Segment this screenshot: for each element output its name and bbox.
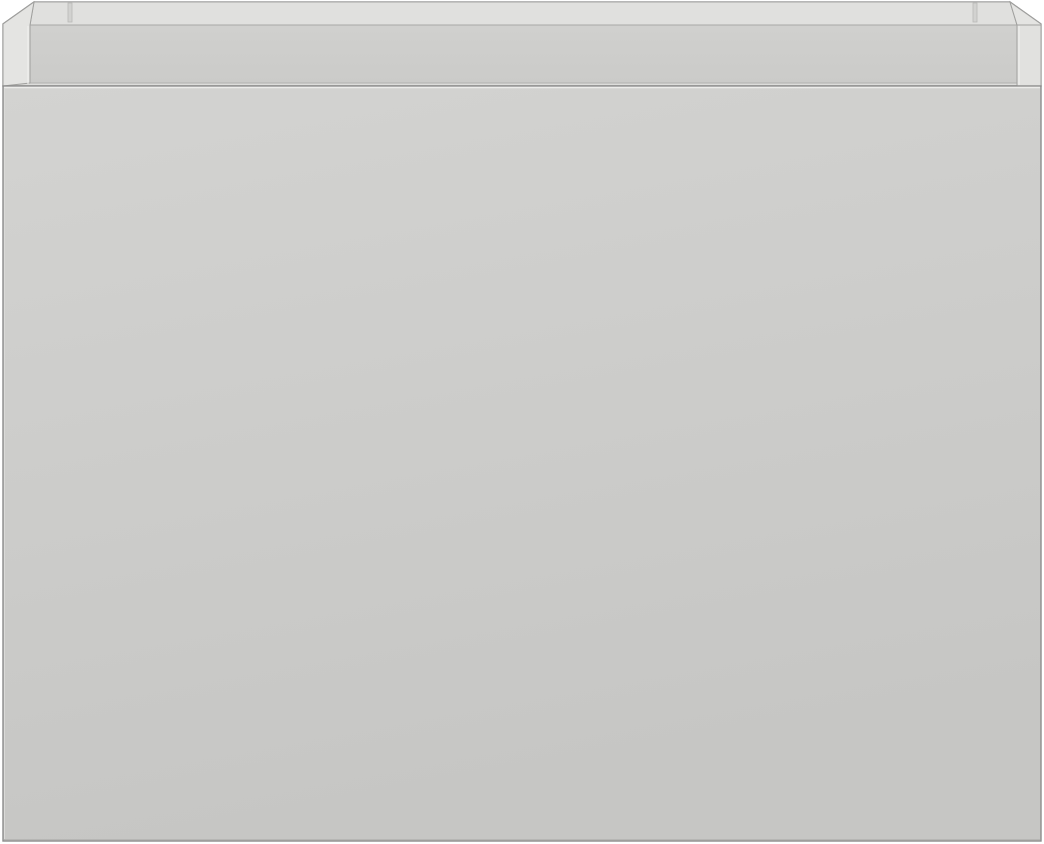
right-side-edge (1016, 24, 1042, 87)
inner-back-wall (29, 24, 1018, 84)
cabinet-illustration (2, 0, 1042, 842)
inner-left-step (67, 2, 73, 23)
drawer-front[interactable] (2, 85, 1042, 842)
cabinet-box (2, 0, 1042, 87)
inner-left-wall (2, 0, 35, 87)
product-scene (0, 0, 1044, 844)
inner-rim-far (29, 1, 1018, 26)
inner-right-step (972, 2, 978, 23)
drawer-front-face[interactable] (2, 85, 1042, 842)
